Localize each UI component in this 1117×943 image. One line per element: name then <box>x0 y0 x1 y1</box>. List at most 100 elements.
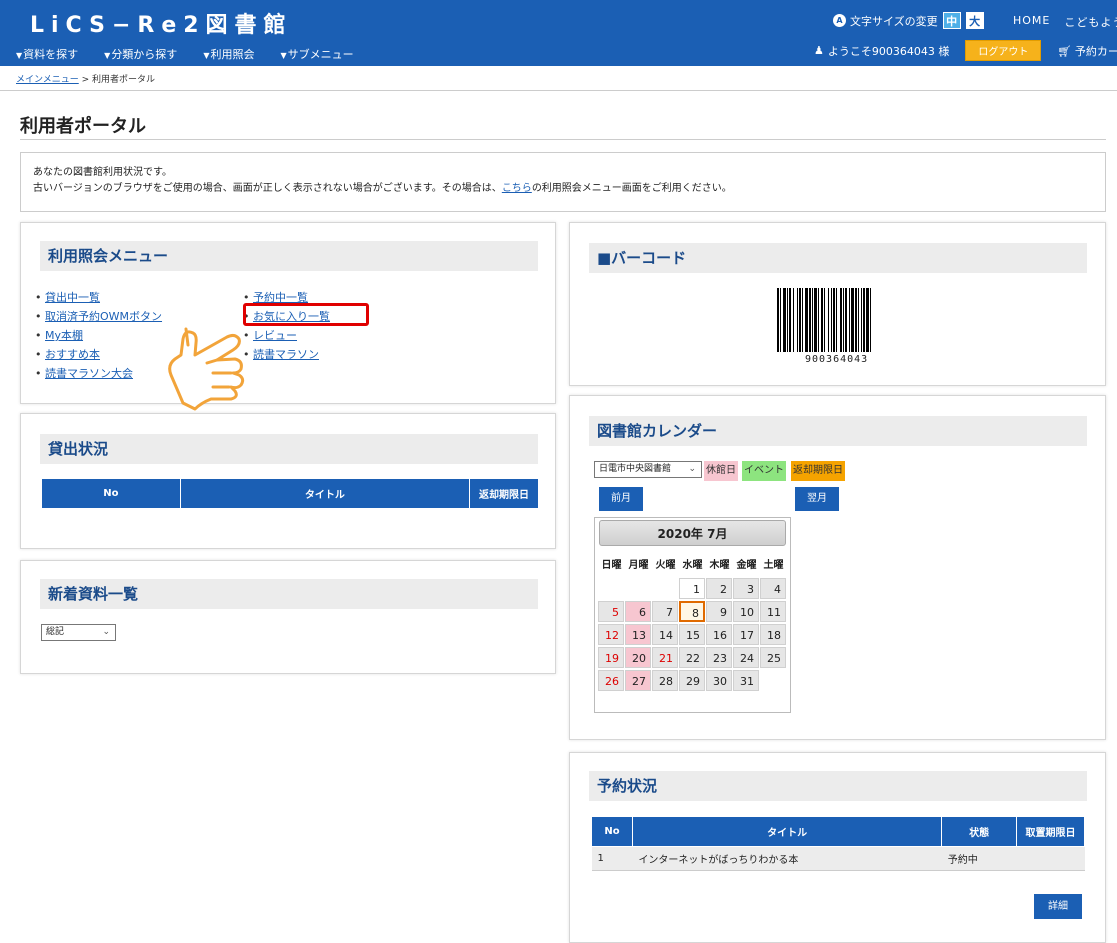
calendar-day[interactable]: 22 <box>679 647 705 668</box>
calendar-day[interactable]: 5 <box>598 601 624 622</box>
header-links: HOME こどもよう <box>1013 14 1117 30</box>
calendar-day[interactable]: 17 <box>733 624 759 645</box>
library-select[interactable]: 日電市中央図書館 ⌄ <box>594 461 702 478</box>
calendar-empty-cell <box>652 578 678 599</box>
font-size-large-button[interactable]: 大 <box>965 12 984 29</box>
loan-table: No タイトル 返却期限日 <box>41 478 539 509</box>
reservation-table: No タイトル 状態 取置期限日 1 インターネットがばっちりわかる本 予約中 <box>591 816 1085 871</box>
calendar-day[interactable]: 2 <box>706 578 732 599</box>
legacy-menu-link[interactable]: こちら <box>502 183 532 194</box>
font-size-medium-button[interactable]: 中 <box>942 12 961 29</box>
calendar-widget: 2020年 7月 日曜 月曜 火曜 水曜 木曜 金曜 土曜 1 2 3 4 5 6 7 8 9 10 11 12 13… <box>594 517 791 713</box>
cell-title: インターネットがばっちりわかる本 <box>632 846 942 871</box>
barcode-bar <box>818 288 819 352</box>
barcode-bar <box>783 288 786 352</box>
calendar-day[interactable]: 7 <box>652 601 678 622</box>
calendar-day[interactable]: 26 <box>598 670 624 691</box>
calendar-day[interactable]: 18 <box>760 624 786 645</box>
calendar-day[interactable]: 25 <box>760 647 786 668</box>
menu-link-cancelled-reservations[interactable]: 取消済予約OWMボタン <box>45 310 162 323</box>
menu-link-recommended[interactable]: おすすめ本 <box>45 348 100 361</box>
calendar-day[interactable]: 10 <box>733 601 759 622</box>
detail-button[interactable]: 詳細 <box>1034 894 1082 919</box>
breadcrumb-current: 利用者ポータル <box>92 75 156 85</box>
calendar-day[interactable]: 21 <box>652 647 678 668</box>
calendar-day[interactable]: 15 <box>679 624 705 645</box>
barcode-bar <box>814 288 817 352</box>
barcode-bar <box>799 288 801 352</box>
calendar-day[interactable]: 30 <box>706 670 732 691</box>
nav-submenu[interactable]: ▼サブメニュー <box>280 46 353 62</box>
nav-label: 資料を探す <box>23 48 79 61</box>
logout-button[interactable]: ログアウト <box>965 40 1042 61</box>
calendar-day[interactable]: 6 <box>625 601 651 622</box>
font-size-label: 文字サイズの変更 <box>850 14 938 28</box>
prev-month-button[interactable]: 前月 <box>599 487 643 511</box>
barcode-bar <box>861 288 862 352</box>
divider <box>0 90 1117 91</box>
barcode-bar <box>789 288 791 352</box>
home-link[interactable]: HOME <box>1013 14 1050 30</box>
nav-search-materials[interactable]: ▼資料を探す <box>16 46 78 62</box>
calendar-day[interactable]: 9 <box>706 601 732 622</box>
barcode-bar <box>805 288 808 352</box>
calendar-day[interactable]: 1 <box>679 578 705 599</box>
reservation-status-title: 予約状況 <box>589 771 1087 801</box>
new-materials-category-select[interactable]: 総記 ⌄ <box>41 624 116 641</box>
barcode-bar <box>849 288 850 352</box>
menu-link-loans[interactable]: 貸出中一覧 <box>45 291 100 304</box>
calendar-day[interactable]: 13 <box>625 624 651 645</box>
weekday-header: 火曜 <box>655 560 676 571</box>
cart-icon: 🛒︎ <box>1057 44 1072 58</box>
nav-browse-by-class[interactable]: ▼分類から探す <box>104 46 177 62</box>
barcode-bar <box>833 288 835 352</box>
usage-menu-title: 利用照会メニュー <box>40 241 538 271</box>
calendar-day[interactable]: 24 <box>733 647 759 668</box>
calendar-day[interactable]: 27 <box>625 670 651 691</box>
nav-label: 分類から探す <box>111 48 178 61</box>
breadcrumb-separator: > <box>81 75 90 85</box>
table-header-row: No タイトル 状態 取置期限日 <box>591 816 1085 847</box>
site-title[interactable]: LiCS−Re2図書館 <box>30 7 293 39</box>
barcode-number: 900364043 <box>805 354 869 365</box>
hand-pointer-icon <box>168 327 245 411</box>
table-row[interactable]: 1 インターネットがばっちりわかる本 予約中 <box>591 846 1085 871</box>
weekday-header: 日曜 <box>601 560 622 571</box>
barcode-panel: ■バーコード 900364043 <box>569 222 1106 386</box>
reserve-cart-link[interactable]: 🛒︎ 予約カート <box>1057 43 1117 59</box>
breadcrumb: メインメニュー > 利用者ポータル <box>16 72 155 85</box>
calendar-day[interactable]: 8 <box>679 601 705 622</box>
kids-link[interactable]: こどもよう <box>1064 14 1117 30</box>
calendar-day[interactable]: 19 <box>598 647 624 668</box>
calendar-day[interactable]: 23 <box>706 647 732 668</box>
calendar-day[interactable]: 14 <box>652 624 678 645</box>
font-size-switcher: A 文字サイズの変更 中 大 <box>833 12 984 29</box>
next-month-button[interactable]: 翌月 <box>795 487 839 511</box>
barcode-bar <box>870 288 871 352</box>
usage-menu-left-list: • 貸出中一覧 • 取消済予約OWMボタン • My本棚 • おすすめ本 • 読書マラソン… <box>35 288 162 383</box>
calendar-day[interactable]: 29 <box>679 670 705 691</box>
barcode-bar <box>836 288 837 352</box>
calendar-day[interactable]: 12 <box>598 624 624 645</box>
column-header-no: No <box>591 816 633 847</box>
calendar-month-title: 2020年 7月 <box>599 520 786 546</box>
nav-usage-inquiry[interactable]: ▼利用照会 <box>203 46 254 62</box>
barcode-image <box>777 288 871 352</box>
calendar-day[interactable]: 16 <box>706 624 732 645</box>
calendar-day[interactable]: 31 <box>733 670 759 691</box>
calendar-title: 図書館カレンダー <box>589 416 1087 446</box>
breadcrumb-home-link[interactable]: メインメニュー <box>16 75 79 85</box>
table-header-row: No タイトル 返却期限日 <box>41 478 539 509</box>
column-header-title: タイトル <box>631 816 943 847</box>
legend-closed-day: 休館日 <box>704 461 738 481</box>
calendar-day[interactable]: 28 <box>652 670 678 691</box>
calendar-day[interactable]: 11 <box>760 601 786 622</box>
weekday-header: 土曜 <box>763 560 784 571</box>
menu-link-reading-marathon-event[interactable]: 読書マラソン大会 <box>45 367 133 380</box>
menu-link-my-bookshelf[interactable]: My本棚 <box>45 329 83 342</box>
calendar-day[interactable]: 20 <box>625 647 651 668</box>
calendar-day[interactable]: 4 <box>760 578 786 599</box>
legend-due-date: 返却期限日 <box>791 461 845 481</box>
barcode-bar <box>780 288 781 352</box>
calendar-day[interactable]: 3 <box>733 578 759 599</box>
